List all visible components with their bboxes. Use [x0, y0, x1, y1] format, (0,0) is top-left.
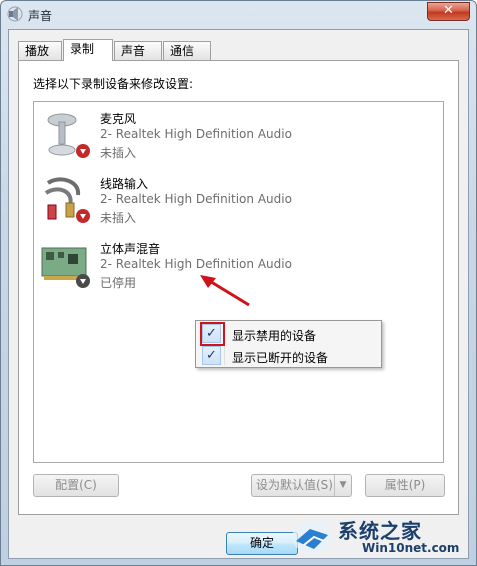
speaker-icon — [7, 6, 23, 22]
sound-dialog-window: 声音 ✕ 播放 录制 声音 通信 选择以下录制设备来修改设置: 麦克风 2- R… — [0, 0, 477, 566]
disabled-badge-icon — [76, 274, 90, 288]
red-highlight-box — [200, 322, 225, 346]
tab-label: 录制 — [70, 42, 95, 56]
unplugged-badge-icon — [76, 144, 90, 158]
device-item-microphone[interactable]: 麦克风 2- Realtek High Definition Audio 未插入 — [34, 108, 434, 168]
device-status: 已停用 — [100, 276, 137, 290]
close-icon: ✕ — [443, 3, 454, 18]
tab-label: 通信 — [170, 44, 195, 58]
window-title: 声音 — [28, 9, 53, 23]
red-arrow-annotation-icon — [200, 275, 250, 307]
button-label: 配置(C) — [55, 478, 97, 492]
tab-recording[interactable]: 录制 — [63, 39, 113, 61]
properties-button[interactable]: 属性(P) — [365, 474, 445, 497]
windows-logo-icon — [292, 521, 332, 553]
tab-playback[interactable]: 播放 — [18, 41, 62, 60]
tab-sounds[interactable]: 声音 — [114, 41, 162, 60]
checkmark-icon: ✓ — [202, 346, 221, 365]
device-name: 麦克风 — [100, 112, 137, 126]
context-menu: ✓ 显示禁用的设备 ✓ 显示已断开的设备 — [195, 320, 382, 368]
device-description: 2- Realtek High Definition Audio — [100, 192, 292, 206]
device-description: 2- Realtek High Definition Audio — [100, 257, 292, 271]
recording-tab-panel: 选择以下录制设备来修改设置: 麦克风 2- Realtek High Defin… — [18, 60, 459, 515]
button-label: 属性(P) — [384, 478, 426, 492]
device-name: 立体声混音 — [100, 242, 161, 256]
instruction-text: 选择以下录制设备来修改设置: — [33, 77, 194, 91]
ok-button[interactable]: 确定 — [226, 532, 298, 555]
site-watermark: 系统之家 Win10net.com — [290, 511, 470, 559]
button-label: 确定 — [249, 536, 274, 550]
watermark-title: 系统之家 — [338, 519, 422, 543]
tab-label: 声音 — [121, 44, 146, 58]
close-button[interactable]: ✕ — [427, 2, 470, 21]
device-status: 未插入 — [100, 146, 137, 160]
menu-item-label: 显示已断开的设备 — [232, 351, 329, 365]
recording-device-list[interactable]: 麦克风 2- Realtek High Definition Audio 未插入 — [33, 101, 444, 463]
dialog-client-area: 播放 录制 声音 通信 选择以下录制设备来修改设置: 麦克风 2- Realte… — [8, 29, 469, 559]
configure-button[interactable]: 配置(C) — [33, 474, 119, 497]
tab-communications[interactable]: 通信 — [163, 41, 211, 60]
dropdown-arrow-icon[interactable]: ▼ — [334, 475, 351, 496]
menu-item-show-disabled[interactable]: ✓ 显示禁用的设备 — [198, 322, 379, 346]
menu-item-show-disconnected[interactable]: ✓ 显示已断开的设备 — [198, 345, 379, 366]
device-name: 线路输入 — [100, 177, 149, 191]
title-bar[interactable]: 声音 ✕ — [1, 1, 476, 29]
watermark-url: Win10net.com — [362, 541, 460, 555]
device-item-line-in[interactable]: 线路输入 2- Realtek High Definition Audio 未插… — [34, 173, 434, 233]
device-description: 2- Realtek High Definition Audio — [100, 127, 292, 141]
button-label: 设为默认值(S) — [256, 478, 333, 492]
set-default-button[interactable]: 设为默认值(S) ▼ — [251, 474, 352, 497]
menu-item-label: 显示禁用的设备 — [232, 329, 317, 343]
device-status: 未插入 — [100, 211, 137, 225]
unplugged-badge-icon — [76, 209, 90, 223]
tab-label: 播放 — [25, 44, 50, 58]
